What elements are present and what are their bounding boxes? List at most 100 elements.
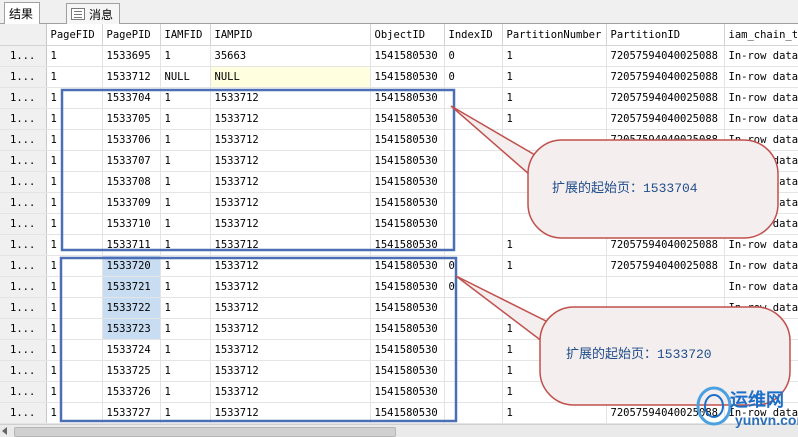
table-cell[interactable] (444, 129, 503, 151)
table-cell[interactable] (502, 150, 607, 172)
row-number-cell[interactable]: 1... (0, 360, 47, 382)
table-cell[interactable]: 1 (160, 318, 211, 340)
table-cell[interactable]: 1533727 (102, 402, 161, 424)
table-cell[interactable]: 1533712 (210, 108, 371, 130)
row-number-cell[interactable]: 1... (0, 66, 47, 88)
table-cell[interactable] (444, 318, 503, 340)
row-number-cell[interactable]: 1... (0, 339, 47, 361)
table-cell[interactable]: 1541580530 (370, 129, 445, 151)
table-cell[interactable]: 1533710 (102, 213, 161, 235)
table-row[interactable]: 1... 1 1533711 1 1533712 1541580530 1 720575940… (0, 234, 798, 256)
table-cell[interactable]: In-row data (724, 87, 798, 109)
table-cell[interactable]: 1 (160, 45, 211, 67)
table-cell[interactable]: In-row data (724, 192, 798, 214)
table-cell[interactable] (502, 213, 607, 235)
row-number-cell[interactable]: 1... (0, 192, 47, 214)
table-cell[interactable]: 1 (160, 234, 211, 256)
table-cell[interactable]: In-row data (724, 255, 798, 277)
table-cell[interactable]: 1533708 (102, 171, 161, 193)
table-cell[interactable] (444, 339, 503, 361)
row-number-cell[interactable]: 1... (0, 129, 47, 151)
column-header[interactable]: PartitionNumber (502, 24, 607, 46)
table-cell[interactable]: 1533707 (102, 150, 161, 172)
table-cell[interactable]: 1 (502, 87, 607, 109)
table-row[interactable]: 1... 1 1533721 1 1533712 1541580530 0 In-row da… (0, 276, 798, 298)
table-row[interactable]: 1... 1 1533706 1 1533712 1541580530 7205759404… (0, 129, 798, 151)
table-cell[interactable]: 1533712 (210, 276, 371, 298)
table-cell[interactable]: 1 (160, 339, 211, 361)
table-cell[interactable]: 1 (160, 87, 211, 109)
table-cell[interactable]: 0 (444, 45, 503, 67)
table-cell[interactable]: 72057594040025088 (606, 108, 725, 130)
table-cell[interactable]: 1533712 (210, 171, 371, 193)
table-cell[interactable]: 1533704 (102, 87, 161, 109)
row-number-cell[interactable]: 1... (0, 213, 47, 235)
table-cell[interactable]: 1 (502, 318, 607, 340)
table-cell[interactable]: 1 (502, 360, 607, 382)
table-cell[interactable]: 72057594040025088 (606, 45, 725, 67)
table-cell[interactable]: 1 (502, 255, 607, 277)
table-cell[interactable] (444, 108, 503, 130)
table-cell[interactable]: In-row data (724, 297, 798, 319)
table-cell[interactable]: 1 (160, 381, 211, 403)
table-cell[interactable]: 1 (46, 360, 103, 382)
table-cell[interactable]: 1 (46, 45, 103, 67)
table-cell[interactable]: 1541580530 (370, 297, 445, 319)
table-cell[interactable]: 1541580530 (370, 234, 445, 256)
table-cell[interactable] (724, 360, 798, 382)
table-row[interactable]: 1... 1 1533727 1 1533712 1541580530 1 720575940… (0, 402, 798, 424)
table-cell[interactable]: 72057594040025088 (606, 87, 725, 109)
table-cell[interactable]: 1541580530 (370, 108, 445, 130)
table-cell[interactable] (444, 150, 503, 172)
table-cell[interactable]: 1533712 (210, 87, 371, 109)
row-number-cell[interactable]: 1... (0, 318, 47, 340)
table-cell[interactable]: In-row data (724, 150, 798, 172)
table-cell[interactable] (444, 297, 503, 319)
table-cell[interactable]: 1533712 (210, 339, 371, 361)
table-cell[interactable]: 1 (502, 66, 607, 88)
column-header[interactable]: PartitionID (606, 24, 725, 46)
table-cell[interactable] (444, 381, 503, 403)
table-cell[interactable]: 1533722 (102, 297, 161, 319)
table-cell[interactable] (444, 360, 503, 382)
table-cell[interactable] (444, 402, 503, 424)
row-number-cell[interactable]: 1... (0, 402, 47, 424)
table-row[interactable]: 1... 1 1533722 1 1533712 1541580530 1 In-row da… (0, 297, 798, 319)
scroll-left-icon[interactable] (2, 427, 7, 435)
column-header[interactable]: iam_chain_ty (724, 24, 798, 46)
table-cell[interactable]: 1533721 (102, 276, 161, 298)
row-number-cell[interactable]: 1... (0, 45, 47, 67)
table-cell[interactable]: In-row data (724, 213, 798, 235)
table-row[interactable]: 1... 1 1533705 1 1533712 1541580530 1 720575940… (0, 108, 798, 130)
table-cell[interactable]: 1533725 (102, 360, 161, 382)
table-cell[interactable]: NULL (210, 66, 371, 88)
table-cell[interactable]: 1 (46, 402, 103, 424)
table-cell[interactable]: 1 (502, 45, 607, 67)
table-cell[interactable] (606, 360, 725, 382)
table-cell[interactable]: 1 (46, 66, 103, 88)
tab-messages[interactable]: 消息 (66, 3, 121, 24)
table-cell[interactable]: 1533712 (210, 381, 371, 403)
table-cell[interactable]: 1533720 (102, 255, 161, 277)
table-cell[interactable] (724, 318, 798, 340)
table-cell[interactable]: 1533711 (102, 234, 161, 256)
table-cell[interactable]: 1 (160, 108, 211, 130)
column-header[interactable]: IndexID (444, 24, 503, 46)
table-cell[interactable]: 1533712 (210, 402, 371, 424)
table-cell[interactable] (724, 339, 798, 361)
table-cell[interactable]: 1541580530 (370, 66, 445, 88)
table-cell[interactable]: 1 (46, 213, 103, 235)
row-number-cell[interactable]: 1... (0, 381, 47, 403)
row-number-cell[interactable]: 1... (0, 87, 47, 109)
table-cell[interactable]: 1 (46, 108, 103, 130)
table-cell[interactable]: 1 (46, 318, 103, 340)
table-cell[interactable]: In-row data (724, 108, 798, 130)
table-cell[interactable]: 1 (46, 192, 103, 214)
table-cell[interactable]: 72057594040025088 (606, 402, 725, 424)
table-cell[interactable]: 1 (46, 87, 103, 109)
table-cell[interactable]: 0 (444, 255, 503, 277)
table-cell[interactable]: 1541580530 (370, 318, 445, 340)
table-cell[interactable]: 1 (46, 339, 103, 361)
table-cell[interactable] (606, 150, 725, 172)
table-cell[interactable]: 1 (502, 108, 607, 130)
